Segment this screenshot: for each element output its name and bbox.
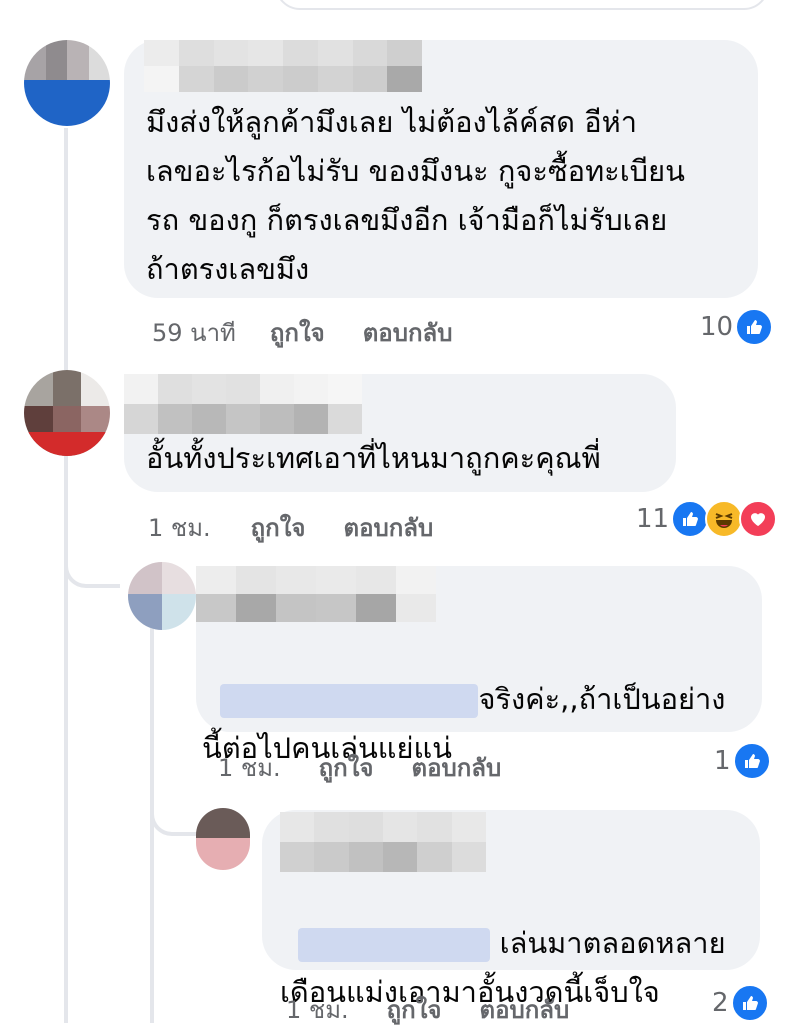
comment-meta: 59 นาที ถูกใจ ตอบกลับ: [152, 313, 452, 352]
previous-comment-box: [275, 0, 769, 10]
comment-text: อั้นทั้งประเทศเอาที่ไหนมาถูกคะคุณพี่: [146, 441, 601, 475]
thread-connector: [150, 790, 198, 836]
author-name-blurred[interactable]: [280, 812, 486, 872]
avatar[interactable]: [128, 562, 196, 630]
like-link[interactable]: ถูกใจ: [270, 313, 325, 352]
comment-meta: 1 ชม. ถูกใจ ตอบกลับ: [148, 508, 433, 547]
like-icon: [735, 308, 774, 346]
comment-text-line: จริงค่ะ,,ถ้าเป็นอย่าง: [478, 682, 726, 716]
comment-meta: 1 ชม. ถูกใจ ตอบกลับ: [218, 748, 501, 787]
reply-link[interactable]: ตอบกลับ: [363, 313, 453, 352]
author-name-blurred[interactable]: [196, 566, 436, 622]
like-icon: [671, 500, 710, 538]
comment-meta: 1 ชม. ถูกใจ ตอบกลับ: [286, 990, 569, 1029]
author-name-blurred[interactable]: [124, 374, 362, 434]
thread-connector: [64, 540, 120, 588]
reaction-summary[interactable]: 11: [636, 500, 778, 538]
reaction-count: 11: [636, 504, 670, 534]
reaction-summary[interactable]: 2: [712, 984, 769, 1022]
mention-tag-blurred[interactable]: [220, 684, 479, 718]
reaction-count: 1: [714, 746, 731, 776]
comment-time[interactable]: 1 ชม.: [148, 508, 211, 547]
reaction-count: 10: [700, 312, 734, 342]
reply-link[interactable]: ตอบกลับ: [343, 508, 433, 547]
reaction-summary[interactable]: 10: [700, 308, 774, 346]
reaction-count: 2: [712, 988, 729, 1018]
love-icon: [739, 500, 778, 538]
like-link[interactable]: ถูกใจ: [387, 990, 442, 1029]
reaction-summary[interactable]: 1: [714, 742, 771, 780]
comment-time[interactable]: 1 ชม.: [218, 748, 281, 787]
comment-text-line: เล่นมาตลอดหลาย: [499, 926, 726, 960]
comment-time[interactable]: 59 นาที: [152, 313, 236, 352]
comment-text: มึงส่งให้ลูกค้ามึงเลย ไม่ต้องไล้ค์สด อีห…: [146, 105, 685, 286]
avatar[interactable]: [196, 808, 250, 870]
reply-link[interactable]: ตอบกลับ: [411, 748, 501, 787]
comment-time[interactable]: 1 ชม.: [286, 990, 349, 1029]
mention-tag-blurred[interactable]: [298, 928, 491, 962]
avatar[interactable]: [24, 40, 110, 126]
like-icon: [730, 984, 769, 1022]
like-icon: [732, 742, 771, 780]
like-link[interactable]: ถูกใจ: [319, 748, 374, 787]
author-name-blurred[interactable]: [144, 40, 422, 92]
like-link[interactable]: ถูกใจ: [251, 508, 306, 547]
haha-icon: [705, 500, 744, 538]
reply-link[interactable]: ตอบกลับ: [479, 990, 569, 1029]
avatar[interactable]: [24, 370, 110, 456]
